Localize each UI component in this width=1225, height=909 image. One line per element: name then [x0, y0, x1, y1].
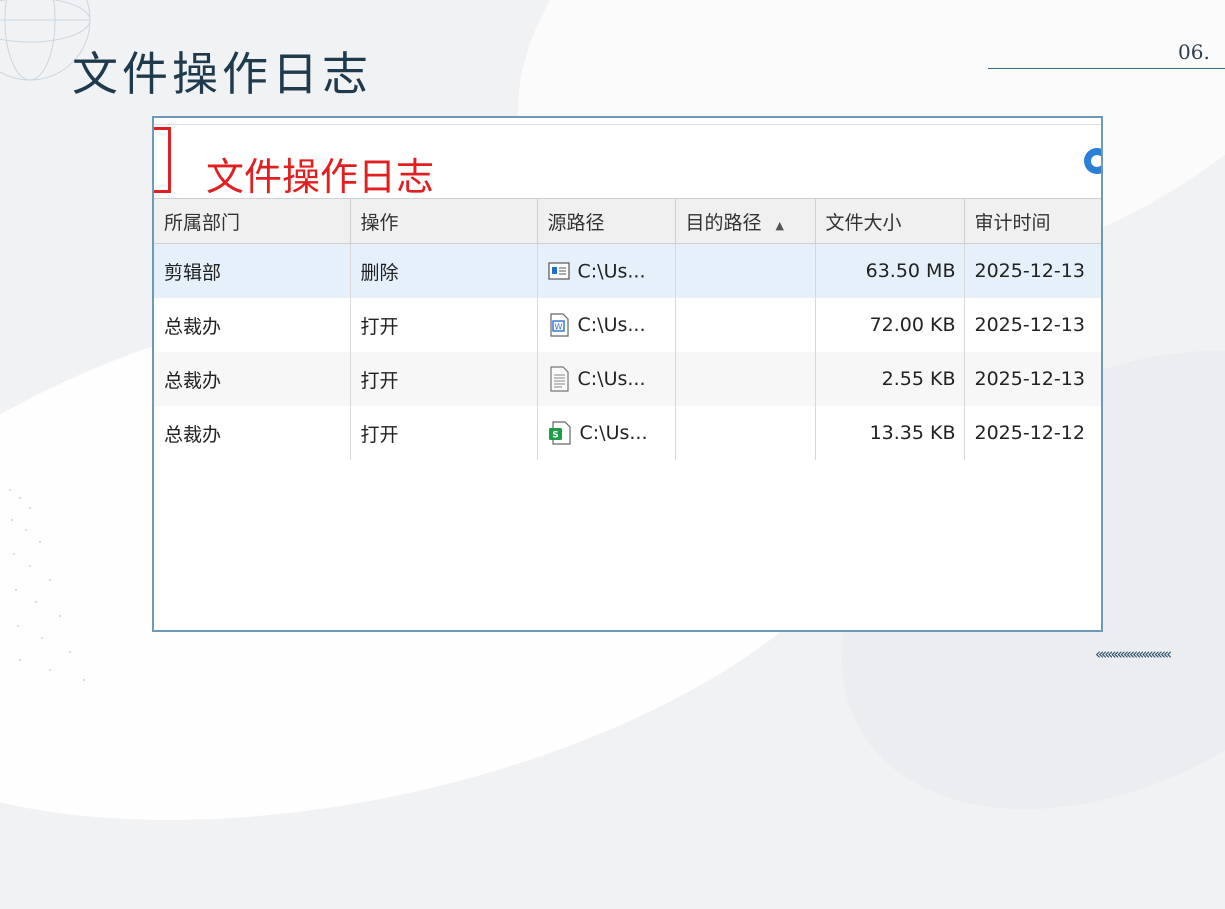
- cell-source-path: W C:\Us...: [537, 298, 676, 352]
- cell-department: 总裁办: [154, 406, 351, 460]
- cell-operation: 打开: [350, 352, 538, 406]
- cell-department: 剪辑部: [154, 243, 351, 298]
- cell-audit-time: 2025-12-12: [964, 406, 1101, 460]
- cell-source-path: C:\Us...: [537, 243, 676, 298]
- column-header-audit-time[interactable]: 审计时间: [964, 199, 1101, 244]
- word-doc-icon: W: [549, 313, 569, 337]
- cell-audit-time: 2025-12-13: [964, 243, 1101, 298]
- slide-title: 文件操作日志: [72, 47, 372, 101]
- column-header-label: 目的路径: [685, 211, 762, 234]
- cell-audit-time: 2025-12-13: [964, 352, 1101, 406]
- text-file-icon: [549, 366, 569, 392]
- table-row[interactable]: 总裁办 打开 W C:\Us... 72.00 KB 2025-12-13: [154, 298, 1101, 352]
- cell-source-path: S C:\Us...: [537, 406, 676, 460]
- cell-department: 总裁办: [154, 352, 351, 406]
- page-number: 06.: [1178, 40, 1210, 64]
- table-header-row: 所属部门 操作 源路径 目的路径 ▲ 文件大小 审计时间: [154, 199, 1101, 244]
- table-row[interactable]: 剪辑部 删除 C:\Us... 63.50 MB 2025-12-13: [154, 243, 1101, 298]
- window-file-icon: [547, 262, 570, 280]
- screenshot-frame: 文件操作日志 所属部门 操作 源路径 目的路径 ▲ 文件大小 审计时间 剪辑部 删…: [152, 116, 1103, 632]
- cell-source-path: C:\Us...: [537, 352, 676, 406]
- divider: [154, 124, 1101, 125]
- title-marker: [154, 127, 171, 193]
- chevron-decoration: ««««««««««««: [1095, 645, 1172, 663]
- cell-file-size: 63.50 MB: [815, 243, 965, 298]
- cell-department: 总裁办: [154, 298, 351, 352]
- column-header-source-path[interactable]: 源路径: [537, 199, 676, 244]
- cell-dest-path: [675, 243, 816, 298]
- divider: [988, 68, 1225, 69]
- cell-operation: 打开: [350, 298, 538, 352]
- column-header-operation[interactable]: 操作: [350, 199, 538, 244]
- refresh-icon[interactable]: [1084, 148, 1101, 174]
- file-log-table: 所属部门 操作 源路径 目的路径 ▲ 文件大小 审计时间 剪辑部 删除 C:\U…: [154, 199, 1101, 460]
- sort-ascending-icon: ▲: [775, 218, 784, 232]
- cell-operation: 删除: [350, 243, 538, 298]
- column-header-dest-path[interactable]: 目的路径 ▲: [675, 199, 816, 244]
- app-header: 文件操作日志: [154, 118, 1101, 199]
- cell-dest-path: [675, 298, 816, 352]
- cell-file-size: 13.35 KB: [815, 406, 965, 460]
- cell-file-size: 2.55 KB: [815, 352, 965, 406]
- column-header-file-size[interactable]: 文件大小: [815, 199, 965, 244]
- cell-audit-time: 2025-12-13: [964, 298, 1101, 352]
- svg-text:W: W: [554, 323, 562, 332]
- cell-dest-path: [675, 352, 816, 406]
- table-row[interactable]: 总裁办 打开 S C:\Us... 13.35 KB 2025-12-12: [154, 406, 1101, 460]
- cell-dest-path: [675, 406, 816, 460]
- cell-operation: 打开: [350, 406, 538, 460]
- table-row[interactable]: 总裁办 打开 C:\Us... 2.55 KB 2025-12-13: [154, 352, 1101, 406]
- spreadsheet-icon: S: [548, 421, 571, 445]
- svg-text:S: S: [552, 431, 558, 441]
- cell-file-size: 72.00 KB: [815, 298, 965, 352]
- column-header-department[interactable]: 所属部门: [154, 199, 351, 244]
- app-title: 文件操作日志: [206, 155, 435, 199]
